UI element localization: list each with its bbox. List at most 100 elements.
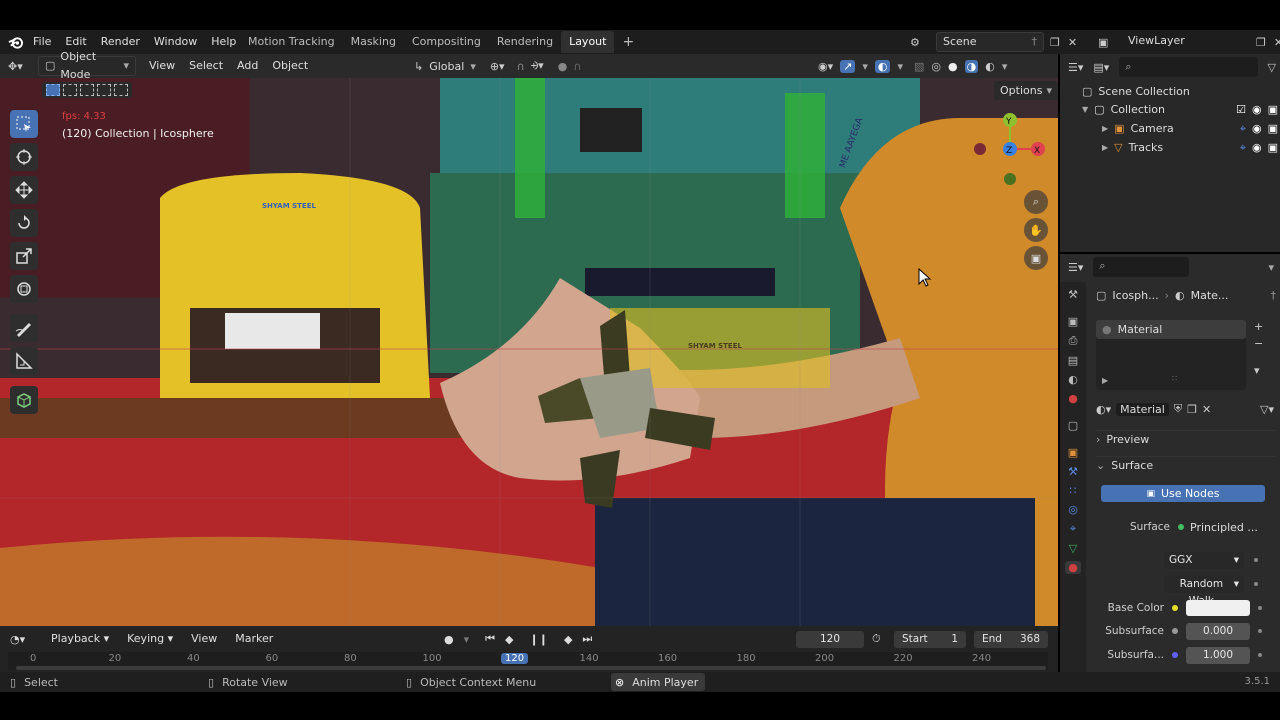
add-cube-tool[interactable] (10, 386, 38, 414)
filter-icon[interactable]: ▽ (1268, 61, 1276, 74)
output-tab-icon[interactable]: ⎙ (1069, 334, 1078, 348)
timeline-menu-view[interactable]: View (184, 627, 224, 651)
timeline-menu-keying[interactable]: Keying ▾ (120, 627, 180, 651)
eye-icon[interactable]: ◉ (1252, 122, 1262, 135)
start-frame-field[interactable]: Start 1 (894, 631, 966, 648)
slot-menu-icon[interactable]: ▾ (1254, 364, 1270, 377)
cancel-job-icon[interactable]: ⊗ (615, 676, 624, 689)
timeline-editor-icon[interactable]: ◔▾ (10, 633, 40, 646)
expand-arrow-icon[interactable]: ▶ (1102, 143, 1108, 152)
end-frame-field[interactable]: End 368 (974, 631, 1048, 648)
material-slot-item[interactable]: ● Material (1096, 320, 1246, 339)
tab-motion-tracking[interactable]: Motion Tracking (240, 31, 343, 53)
options-dropdown[interactable]: Options ▾ (994, 81, 1058, 100)
pause-icon[interactable]: ❙❙ (530, 633, 548, 646)
keyframe-dot-icon[interactable] (1258, 606, 1262, 610)
tab-layout[interactable]: Layout (561, 31, 615, 53)
fake-user-icon[interactable]: ⛨ (1174, 402, 1182, 416)
material-selector[interactable]: ◐▾ Material ⛨ ❐ ✕ ▽▾ (1096, 400, 1274, 418)
jump-keyframe-back-icon[interactable]: ◆ (505, 633, 513, 646)
cursor-tool[interactable] (10, 143, 38, 171)
use-nodes-button[interactable]: ▣ Use Nodes (1101, 485, 1265, 502)
scale-tool[interactable] (10, 242, 38, 270)
keyframe-dot-icon[interactable] (1258, 629, 1262, 633)
vp-menu-object[interactable]: Object (265, 54, 315, 78)
timeline-ruler[interactable]: 0 20 40 60 80 100 120 140 160 180 200 220 240 (8, 652, 1048, 670)
add-slot-button[interactable]: + (1254, 320, 1270, 333)
subsurface-radius-value[interactable]: 1.000 (1186, 646, 1250, 664)
shading-solid-icon[interactable]: ● (948, 60, 958, 73)
shading-wire-icon[interactable]: ◎ (931, 60, 941, 73)
gizmo-dropdown-icon[interactable]: ▾ (862, 60, 868, 73)
delete-scene-icon[interactable]: ✕ (1068, 36, 1077, 49)
select-subtract-icon[interactable] (80, 84, 94, 96)
preview-section-header[interactable]: › Preview (1096, 430, 1276, 448)
properties-search-input[interactable]: ⌕ (1093, 257, 1190, 277)
overlay-dropdown-icon[interactable]: ▾ (897, 60, 903, 73)
duplicate-material-icon[interactable]: ❐ (1187, 403, 1197, 416)
object-tab-icon[interactable]: ▣ (1068, 446, 1078, 459)
viewlayer-selector[interactable]: ViewLayer (1122, 32, 1252, 52)
outliner-item-tracks[interactable]: ▶ ▽ Tracks ⌖ ◉ ▣ (1102, 138, 1278, 157)
shading-rendered-icon[interactable]: ◐ (985, 60, 995, 73)
viewlayer-icon[interactable]: ▣ (1098, 36, 1122, 49)
select-new-icon[interactable] (46, 84, 60, 96)
outliner-search-input[interactable]: ⌕ (1119, 57, 1258, 77)
browse-material-icon[interactable]: ◐▾ (1096, 403, 1111, 416)
particles-tab-icon[interactable]: ∷ (1070, 484, 1077, 497)
resize-handle-icon[interactable]: ∷ (1172, 374, 1177, 383)
checkbox-icon[interactable]: ☑ (1236, 103, 1246, 116)
tab-compositing[interactable]: Compositing (404, 31, 489, 53)
eye-icon[interactable]: ◉ (1252, 141, 1262, 154)
falloff-icon[interactable]: ∩ (573, 60, 581, 73)
transform-tool[interactable] (10, 275, 38, 303)
orientation-dropdown[interactable]: Global (429, 60, 464, 73)
render-tab-icon[interactable]: ▣ (1068, 315, 1078, 328)
modifier-tab-icon[interactable]: ⚒ (1068, 465, 1078, 478)
xray-icon[interactable]: ▧ (914, 60, 924, 73)
menu-help[interactable]: Help (204, 30, 243, 54)
outliner-scene-collection[interactable]: ▢ Scene Collection (1082, 82, 1190, 100)
material-slot-list[interactable]: ● Material ▶ ∷ (1096, 320, 1246, 390)
annotate-tool[interactable] (10, 314, 38, 342)
auto-keying-icon[interactable]: ● (444, 633, 454, 646)
distribution-dropdown[interactable]: GGX ▾ (1164, 552, 1244, 569)
tool-tab-icon[interactable]: ⚒ (1068, 288, 1078, 301)
keyframe-dot-icon[interactable] (1254, 558, 1258, 562)
keyframe-dot-icon[interactable] (1258, 653, 1262, 657)
snap-icon[interactable]: ∩ (517, 60, 525, 73)
physics-tab-icon[interactable]: ◎ (1068, 503, 1078, 516)
3d-viewport[interactable]: fps: 4.33 (120) Collection | Icosphere S… (0, 78, 1058, 626)
shading-dropdown-icon[interactable]: ▾ (1002, 60, 1008, 73)
subsurface-method-dropdown[interactable]: Random Walk ▾ (1164, 576, 1244, 607)
scene-tab-icon[interactable]: ◐ (1068, 373, 1078, 386)
material-name[interactable]: Material (1116, 402, 1169, 416)
outliner-editor-icon[interactable]: ☰▾ (1068, 61, 1083, 74)
delete-viewlayer-icon[interactable]: ✕ (1274, 36, 1280, 49)
blender-logo-icon[interactable] (8, 30, 26, 54)
anim-player-job[interactable]: ⊗ Anim Player (611, 673, 705, 691)
vp-menu-select[interactable]: Select (182, 54, 230, 78)
constraint-icon[interactable]: ⌖ (1240, 122, 1246, 136)
remove-slot-button[interactable]: − (1254, 337, 1270, 350)
jump-start-icon[interactable]: ⏮ (485, 632, 495, 646)
base-color-swatch[interactable] (1186, 600, 1250, 616)
tab-masking[interactable]: Masking (343, 31, 404, 53)
pin-icon[interactable]: † (1271, 289, 1277, 302)
select-invert-icon[interactable] (97, 84, 111, 96)
visibility-icon[interactable]: ◉▾ (818, 60, 833, 73)
snap-target-icon[interactable]: ⨮▾ (531, 59, 544, 73)
select-extend-icon[interactable] (63, 84, 77, 96)
world-tab-icon[interactable]: ● (1068, 392, 1078, 405)
pin-icon[interactable]: † (1032, 33, 1038, 51)
scene-selector[interactable]: Scene † (936, 32, 1044, 52)
preview-range-icon[interactable]: ⏱ (872, 632, 881, 646)
shading-material-icon[interactable]: ◑ (964, 59, 979, 73)
render-camera-icon[interactable]: ▣ (1268, 103, 1278, 116)
move-tool[interactable] (10, 176, 38, 204)
view-layer-tab-icon[interactable]: ▤ (1068, 354, 1078, 367)
mode-selector[interactable]: ▢ Object Mode ▾ (38, 50, 136, 81)
surface-section-header[interactable]: ⌄ Surface (1096, 456, 1276, 474)
expand-arrow-icon[interactable]: ▶ (1102, 376, 1108, 385)
new-scene-icon[interactable]: ❐ (1050, 36, 1060, 49)
